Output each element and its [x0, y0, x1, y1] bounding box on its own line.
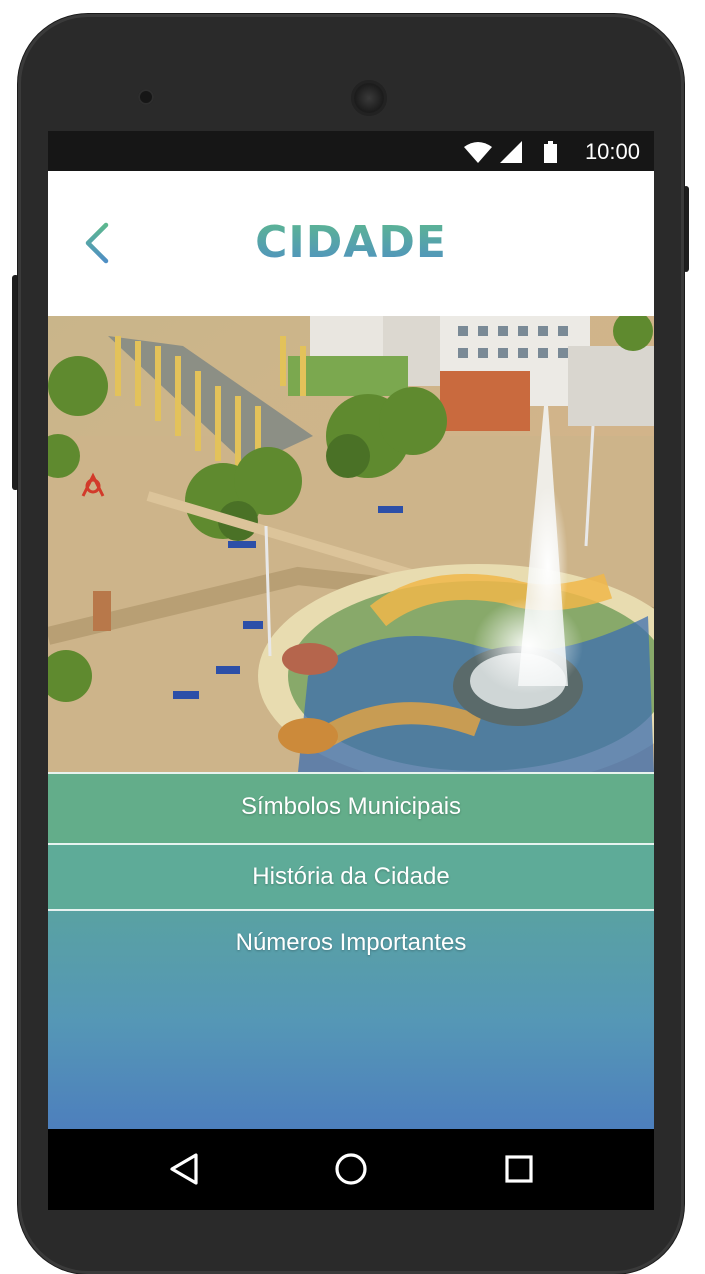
wifi-icon [464, 142, 492, 163]
menu-item-numeros-importantes[interactable]: Números Importantes [48, 909, 654, 977]
status-time: 10:00 [584, 139, 640, 164]
status-bar: 10:00 [48, 131, 654, 171]
menu-item-historia-da-cidade[interactable]: História da Cidade [48, 843, 654, 910]
navigation-bar [48, 1129, 654, 1210]
menu-list: Símbolos Municipais História da Cidade N… [48, 772, 654, 1129]
app-bar: CIDADE [48, 171, 654, 316]
front-camera [138, 89, 154, 105]
earpiece-speaker [351, 80, 387, 116]
signal-icon [500, 141, 522, 163]
back-triangle-icon[interactable] [166, 1149, 206, 1189]
screen: 10:00 CIDADE Símbolos Municipais Históri… [48, 131, 654, 1210]
page-title: CIDADE [48, 217, 654, 268]
status-icons [464, 141, 557, 163]
recent-apps-square-icon[interactable] [499, 1149, 539, 1189]
home-circle-icon[interactable] [331, 1149, 371, 1189]
battery-icon [544, 141, 557, 163]
menu-item-simbolos-municipais[interactable]: Símbolos Municipais [48, 772, 654, 844]
city-square-photo [48, 316, 654, 772]
